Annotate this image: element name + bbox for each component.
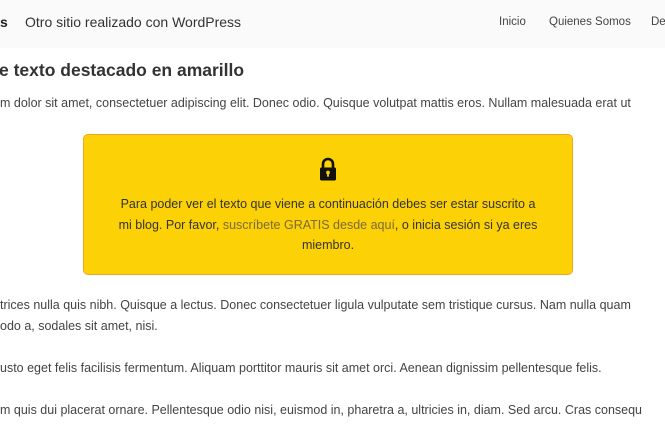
notice-line-1: Para poder ver el texto que viene a cont… [120, 197, 536, 211]
members-only-notice: Para poder ver el texto que viene a cont… [83, 134, 573, 275]
page: s Otro sitio realizado con WordPress Ini… [0, 0, 665, 435]
notice-line-2-end: , o inicia sesión si ya eres [394, 217, 538, 232]
subscribe-link[interactable]: suscríbete GRATIS desde aquí [223, 218, 395, 232]
notice-line-3: miembro. [301, 238, 355, 252]
site-description: Otro sitio realizado con WordPress [25, 14, 242, 30]
paragraph-3: usto eget felis facilisis fermentum. Ali… [0, 361, 602, 375]
paragraph-1: m dolor sit amet, consectetuer adipiscin… [0, 96, 631, 110]
post-heading: e texto destacado en amarillo [0, 60, 245, 80]
notice-text: Para poder ver el texto que viene a cont… [102, 194, 554, 256]
nav-item-quienes-somos[interactable]: Quienes Somos [549, 16, 631, 28]
site-title[interactable]: s [0, 14, 8, 30]
nav-item-inicio[interactable]: Inicio [499, 16, 526, 28]
paragraph-4: m quis dui placerat ornare. Pellentesque… [0, 403, 643, 417]
paragraph-2-line-2: odo a, sodales sit amet, nisi. [0, 319, 158, 333]
lock-icon [320, 157, 336, 181]
paragraph-2-line-1: trices nulla quis nibh. Quisque a lectus… [0, 298, 631, 312]
nav-item-truncated[interactable]: Des [651, 16, 665, 28]
notice-line-2-start: mi blog. Por favor, [118, 217, 223, 232]
site-header: s Otro sitio realizado con WordPress Ini… [0, 0, 665, 48]
notice-line-2: mi blog. Por favor, suscríbete GRATIS de… [102, 215, 554, 236]
